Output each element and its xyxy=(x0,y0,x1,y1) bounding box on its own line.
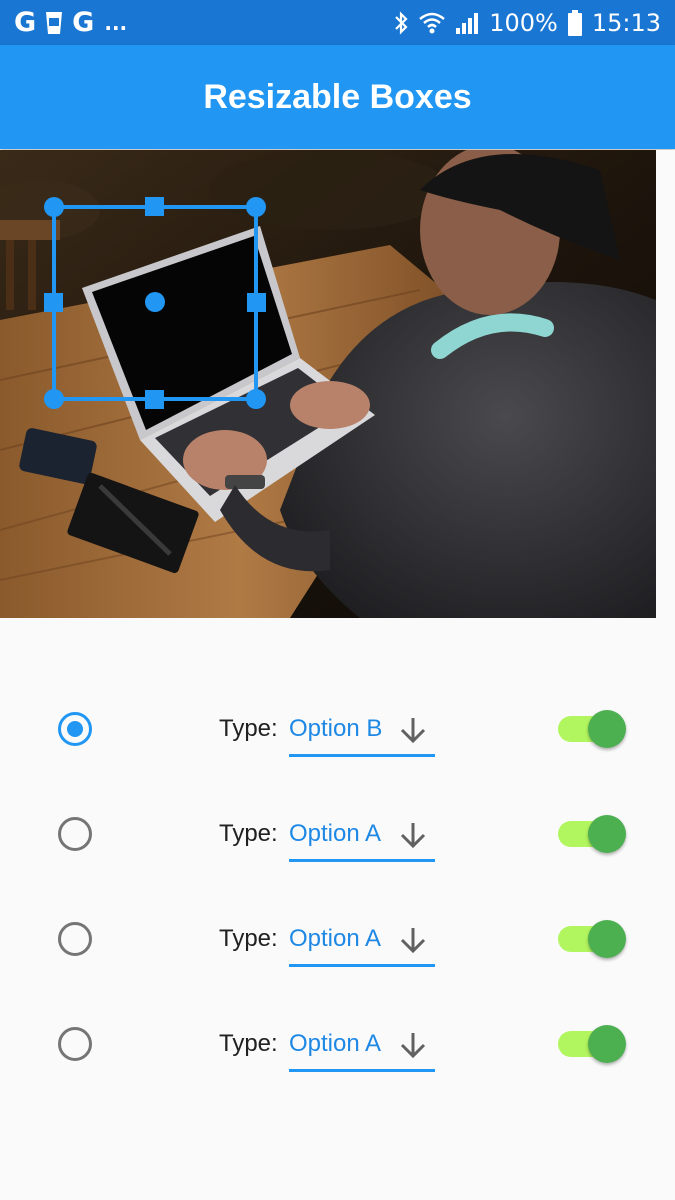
option-row: Type: Option A xyxy=(0,1005,675,1085)
radio-button[interactable] xyxy=(58,1027,92,1061)
page-title: Resizable Boxes xyxy=(203,78,472,116)
dropdown-value: Option A xyxy=(289,925,382,952)
type-label: Type: xyxy=(219,925,278,952)
type-label: Type: xyxy=(219,820,278,847)
status-bar: G G ... 100% 15:13 xyxy=(0,0,675,45)
type-dropdown[interactable]: Option A xyxy=(289,817,435,862)
option-row: Type: Option A xyxy=(0,900,675,980)
option-row: Type: Option A xyxy=(0,795,675,875)
wifi-icon xyxy=(419,11,446,35)
toggle-switch[interactable] xyxy=(558,1025,628,1063)
arrow-down-icon xyxy=(400,1033,426,1059)
clock: 15:13 xyxy=(591,9,661,37)
radio-button[interactable] xyxy=(58,922,92,956)
toggle-switch[interactable] xyxy=(558,815,628,853)
toggle-thumb xyxy=(588,710,626,748)
app-bar: Resizable Boxes xyxy=(0,45,675,149)
toggle-switch[interactable] xyxy=(558,920,628,958)
option-row: Type: Option B xyxy=(0,690,675,770)
arrow-down-icon xyxy=(400,718,426,744)
toggle-thumb xyxy=(588,815,626,853)
google-icon: G xyxy=(14,7,37,38)
google-icon: G xyxy=(72,7,95,38)
battery-percent: 100% xyxy=(489,9,558,37)
photo-margin xyxy=(656,150,675,618)
status-left-icons: G G ... xyxy=(14,7,127,39)
notification-overflow: ... xyxy=(104,11,128,35)
dropdown-value: Option A xyxy=(289,820,382,847)
arrow-down-icon xyxy=(400,928,426,954)
toggle-thumb xyxy=(588,1025,626,1063)
type-label: Type: xyxy=(219,1030,278,1057)
type-dropdown[interactable]: Option B xyxy=(289,712,435,757)
dropdown-value: Option A xyxy=(289,1030,382,1057)
cell-signal-icon xyxy=(455,11,479,35)
toggle-switch[interactable] xyxy=(558,710,628,748)
coffee-cup-icon xyxy=(44,10,64,36)
toggle-thumb xyxy=(588,920,626,958)
photo-canvas[interactable] xyxy=(0,150,656,618)
type-label: Type: xyxy=(219,715,278,742)
arrow-down-icon xyxy=(400,823,426,849)
laptop-photo xyxy=(0,150,656,618)
bluetooth-icon xyxy=(393,10,409,36)
radio-button[interactable] xyxy=(58,817,92,851)
type-dropdown[interactable]: Option A xyxy=(289,922,435,967)
radio-button[interactable] xyxy=(58,712,92,746)
battery-icon xyxy=(567,10,582,36)
type-dropdown[interactable]: Option A xyxy=(289,1027,435,1072)
status-right-icons: 100% 15:13 xyxy=(393,7,661,39)
dropdown-value: Option B xyxy=(289,715,383,742)
